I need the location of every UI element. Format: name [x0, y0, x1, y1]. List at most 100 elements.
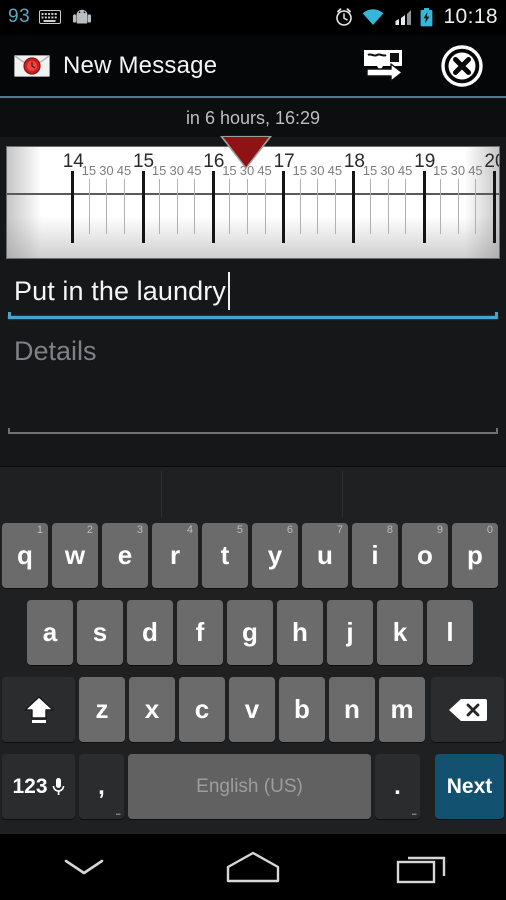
- key-y[interactable]: y6: [252, 523, 298, 588]
- ruler-quarter-tick: [247, 179, 248, 234]
- android-icon: [70, 9, 94, 25]
- ruler-quarter-tick: [387, 179, 389, 234]
- key-o[interactable]: o9: [402, 523, 448, 588]
- ruler-quarter-label: 45: [187, 163, 202, 178]
- key-l[interactable]: l: [427, 600, 473, 665]
- battery-charging-icon: [420, 7, 433, 27]
- key-s[interactable]: s: [77, 600, 123, 665]
- key-e[interactable]: e3: [102, 523, 148, 588]
- space-key-label: English (US): [196, 775, 303, 797]
- ruler-quarter-tick: [299, 179, 301, 234]
- key-label: n: [344, 694, 360, 724]
- comma-key[interactable]: , ...: [79, 754, 124, 819]
- ruler-quarter-tick: [176, 179, 178, 234]
- key-label: z: [95, 694, 109, 724]
- alarm-icon: [334, 7, 354, 27]
- ruler-quarter-label: 45: [468, 163, 483, 178]
- nav-back-button[interactable]: [24, 834, 144, 900]
- status-clock: 10:18: [443, 5, 498, 28]
- key-label: m: [390, 694, 414, 724]
- send-message-icon[interactable]: [361, 47, 406, 85]
- key-label: i: [371, 540, 379, 570]
- key-label: s: [92, 617, 108, 647]
- ruler-quarter-label: 30: [169, 163, 184, 178]
- ruler-quarter-tick: [159, 179, 161, 234]
- keyboard-row-3: z x c v b nm: [0, 677, 506, 742]
- time-summary: in 6 hours, 16:29: [0, 99, 506, 137]
- nav-home-button[interactable]: [193, 834, 313, 900]
- keyboard-row-1: q1w2e3r4t5y6u7i8o9p0: [0, 523, 506, 588]
- ruler-quarter-tick: [334, 179, 336, 234]
- key-number-hint: 9: [436, 524, 443, 536]
- key-n[interactable]: n: [329, 677, 375, 742]
- ruler-quarter-label: 30: [99, 163, 114, 178]
- nav-recents-button[interactable]: [362, 834, 482, 900]
- key-r[interactable]: r4: [152, 523, 198, 588]
- key-label: d: [142, 617, 158, 647]
- title-input[interactable]: Put in the laundry: [0, 266, 506, 316]
- time-ruler[interactable]: 14 15 30 45 15 15 30 45 16 15 30 45 17 15 30 45 18 15 30 45…: [0, 136, 506, 259]
- period-key[interactable]: . ...: [375, 754, 420, 819]
- microphone-icon: [52, 777, 65, 797]
- key-number-hint: 1: [36, 524, 43, 536]
- key-u[interactable]: u7: [302, 523, 348, 588]
- key-w[interactable]: w2: [52, 523, 98, 588]
- key-f[interactable]: f: [177, 600, 223, 665]
- soft-keyboard: q1w2e3r4t5y6u7i8o9p0 asdfghjkl zxcvbnm 1…: [0, 466, 506, 834]
- key-x[interactable]: x: [129, 677, 175, 742]
- key-k[interactable]: k: [377, 600, 423, 665]
- details-input[interactable]: Details: [0, 330, 506, 434]
- key-b[interactable]: b: [279, 677, 325, 742]
- key-h[interactable]: h: [277, 600, 323, 665]
- key-p[interactable]: p0: [452, 523, 498, 588]
- close-icon[interactable]: [440, 44, 484, 88]
- key-m[interactable]: m: [379, 677, 425, 742]
- key-label: j: [346, 617, 354, 647]
- action-bar: New Message: [0, 34, 506, 97]
- key-i[interactable]: i8: [352, 523, 398, 588]
- ruler-quarter-tick: [88, 179, 90, 234]
- suggestion-strip[interactable]: [0, 467, 506, 523]
- shift-key[interactable]: [2, 677, 75, 742]
- ruler-quarter-tick: [475, 179, 477, 234]
- envelope-clock-icon: [14, 53, 50, 79]
- ruler-quarter-label: 15: [81, 163, 97, 178]
- key-number-hint: 2: [86, 524, 93, 536]
- status-bar-left: 93: [8, 6, 94, 28]
- space-key[interactable]: English (US): [128, 754, 371, 819]
- details-input-placeholder: Details: [14, 336, 97, 366]
- enter-next-label: Next: [446, 774, 493, 798]
- key-label: a: [42, 617, 58, 647]
- key-g[interactable]: g: [227, 600, 273, 665]
- details-input-underline: [8, 428, 498, 434]
- period-key-label: .: [394, 772, 401, 800]
- ruler-quarter-tick: [264, 179, 266, 234]
- key-c[interactable]: c: [179, 677, 225, 742]
- key-d[interactable]: d: [127, 600, 173, 665]
- ruler-hour-tick: [282, 171, 286, 243]
- key-label: b: [294, 694, 310, 724]
- comma-key-label: ,: [98, 772, 105, 800]
- ruler-hour-tick: [211, 171, 215, 243]
- key-z[interactable]: z: [79, 677, 125, 742]
- key-j[interactable]: j: [327, 600, 373, 665]
- keyboard-row-4: 123 , ... English (US) . ... Next: [0, 754, 506, 819]
- numeric-key[interactable]: 123: [2, 754, 75, 819]
- backspace-key[interactable]: [431, 677, 504, 742]
- phone-screen: 93 10:18 New Message in 6 hours, 16:29 1…: [0, 0, 506, 900]
- enter-next-key[interactable]: Next: [435, 754, 504, 819]
- key-label: p: [467, 540, 483, 570]
- key-v[interactable]: v: [229, 677, 275, 742]
- ruler-quarter-tick: [194, 179, 196, 234]
- ruler-quarter-label: 30: [380, 163, 395, 178]
- ruler-quarter-tick: [440, 179, 442, 234]
- back-down-icon: [60, 855, 108, 879]
- key-a[interactable]: a: [27, 600, 73, 665]
- ruler-quarter-label: 30: [450, 163, 466, 178]
- key-t[interactable]: t5: [202, 523, 248, 588]
- key-label: w: [64, 540, 86, 570]
- ruler-quarter-tick: [405, 179, 407, 234]
- key-q[interactable]: q1: [2, 523, 48, 588]
- ruler-marker[interactable]: [223, 137, 269, 167]
- signal-icon: [392, 9, 412, 26]
